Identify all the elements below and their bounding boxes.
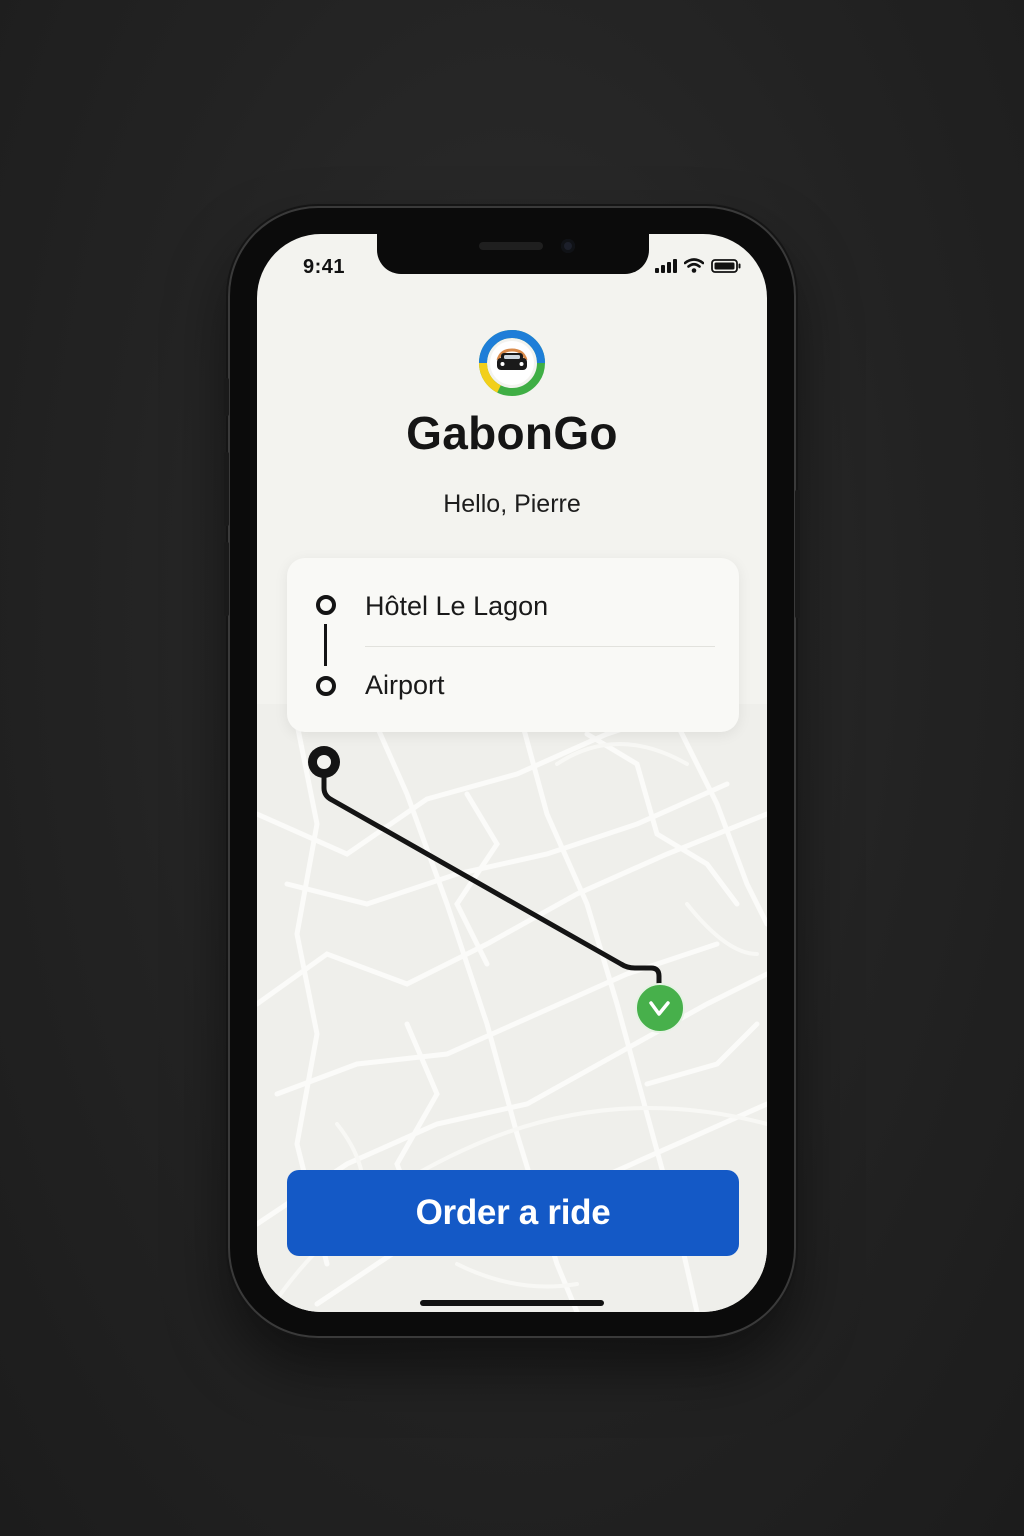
earpiece-speaker [479, 242, 543, 250]
card-divider [365, 646, 715, 647]
app-title: GabonGo [406, 407, 618, 459]
volume-up-button [224, 452, 229, 526]
pickup-marker-icon [316, 595, 336, 615]
app-screen: 9:41 GabonGo Hello, Pierre Hôtel Le Lago… [257, 234, 767, 1312]
status-time: 9:41 [303, 256, 346, 278]
phone-frame: 9:41 GabonGo Hello, Pierre Hôtel Le Lago… [224, 208, 800, 1336]
order-ride-button[interactable]: Order a ride [287, 1170, 739, 1256]
destination-marker-icon [316, 676, 336, 696]
destination-field[interactable]: Airport [365, 670, 445, 701]
silent-switch [224, 378, 229, 416]
route-card: Hôtel Le Lagon Airport [287, 558, 739, 732]
battery-icon [711, 258, 741, 273]
pickup-field[interactable]: Hôtel Le Lagon [365, 591, 548, 622]
volume-down-button [224, 542, 229, 616]
home-indicator[interactable] [420, 1300, 604, 1306]
front-camera [561, 239, 575, 253]
notch [377, 234, 649, 274]
wifi-icon [684, 258, 704, 273]
route-connector [324, 624, 327, 666]
power-button [795, 490, 800, 618]
origin-pin-icon [308, 746, 340, 778]
signal-icon [655, 258, 677, 273]
greeting-text: Hello, Pierre [443, 490, 581, 518]
check-destination-icon [635, 983, 685, 1033]
car-logo-icon [479, 330, 545, 396]
status-icons [655, 258, 741, 273]
